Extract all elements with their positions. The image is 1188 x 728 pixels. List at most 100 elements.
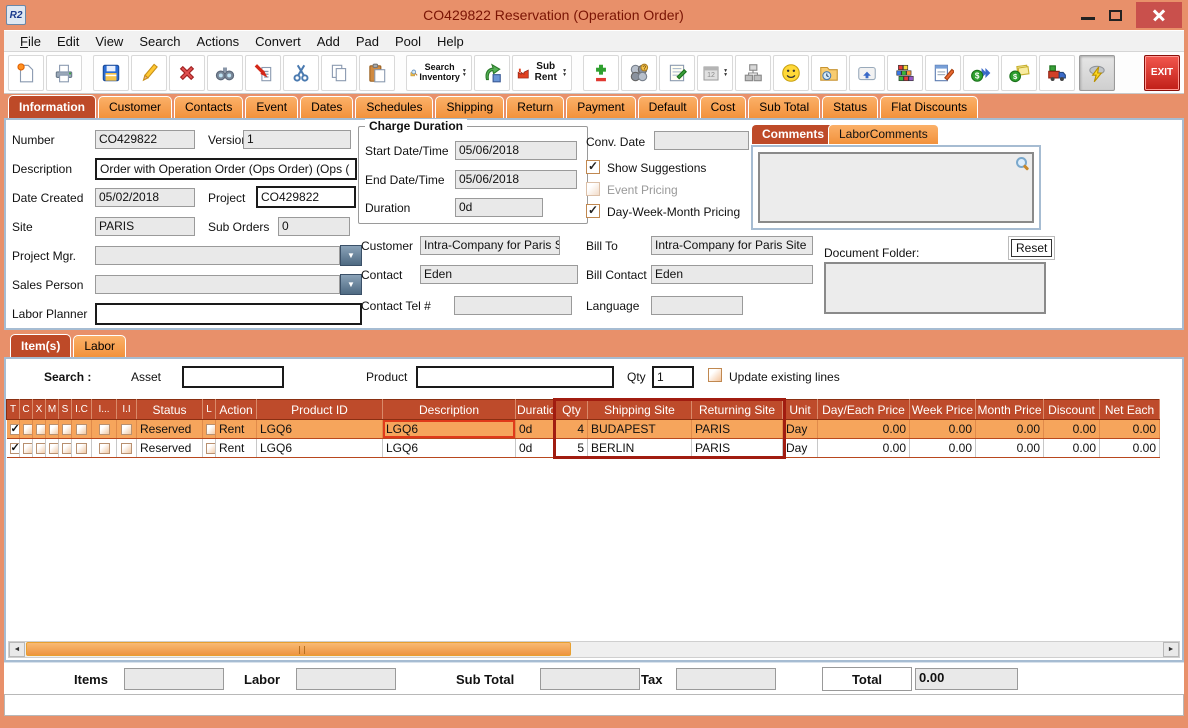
col-status[interactable]: Status: [137, 400, 203, 420]
pool-button[interactable]: ?: [621, 55, 657, 91]
s-checkbox[interactable]: [62, 443, 72, 454]
action-cell[interactable]: Rent: [216, 439, 257, 458]
asset-input[interactable]: [182, 366, 284, 388]
duration-cell[interactable]: 0d: [516, 420, 556, 439]
product-id-cell[interactable]: LGQ6: [257, 439, 383, 458]
number-field[interactable]: CO429822: [95, 130, 195, 149]
col-l[interactable]: L: [203, 400, 216, 420]
t-checkbox[interactable]: [10, 424, 20, 435]
c-checkbox[interactable]: [23, 424, 33, 435]
customer-field[interactable]: Intra-Company for Paris Site: [420, 236, 560, 255]
m-checkbox[interactable]: [49, 424, 59, 435]
col-day-each-price[interactable]: Day/Each Price: [818, 400, 910, 420]
new-document-button[interactable]: [8, 55, 44, 91]
description-field[interactable]: Order with Operation Order (Ops Order) (…: [95, 158, 357, 180]
menu-help[interactable]: Help: [429, 32, 472, 51]
print-button[interactable]: [46, 55, 82, 91]
quick-pay-button[interactable]: $: [963, 55, 999, 91]
add-remove-button[interactable]: [583, 55, 619, 91]
x-checkbox[interactable]: [36, 424, 46, 435]
bill-contact-field[interactable]: Eden: [651, 265, 813, 284]
contact-field[interactable]: Eden: [420, 265, 578, 284]
dropdown-arrows-icon[interactable]: ▼▼: [722, 69, 729, 77]
col-week-price[interactable]: Week Price: [910, 400, 976, 420]
lookup-icon[interactable]: [1015, 156, 1029, 170]
l-checkbox[interactable]: [206, 443, 216, 454]
qty-cell[interactable]: 4: [556, 420, 588, 439]
idots-checkbox[interactable]: [99, 443, 110, 454]
col-discount[interactable]: Discount: [1044, 400, 1100, 420]
edit-button[interactable]: [131, 55, 167, 91]
folder-history-button[interactable]: [811, 55, 847, 91]
duration-cell[interactable]: 0d: [516, 439, 556, 458]
tab-default[interactable]: Default: [638, 96, 698, 118]
col-idots[interactable]: I...: [92, 400, 117, 420]
qty-cell[interactable]: 5: [556, 439, 588, 458]
hotkey-button[interactable]: [849, 55, 885, 91]
tab-flat-discounts[interactable]: Flat Discounts: [880, 96, 978, 118]
sub-orders-field[interactable]: 0: [278, 217, 350, 236]
table-row[interactable]: Reserved Rent LGQ6 LGQ6 0d 5 BERLIN PARI…: [7, 439, 1160, 458]
scrollbar-thumb[interactable]: [26, 642, 571, 656]
menu-pad[interactable]: Pad: [348, 32, 387, 51]
month-price-cell[interactable]: 0.00: [976, 420, 1044, 439]
date-created-field[interactable]: 05/02/2018: [95, 188, 195, 207]
menu-search[interactable]: Search: [131, 32, 188, 51]
project-field[interactable]: CO429822: [256, 186, 356, 208]
exit-button[interactable]: EXIT: [1144, 55, 1180, 91]
save-button[interactable]: [93, 55, 129, 91]
calendar-button[interactable]: 12 ▼▼: [697, 55, 733, 91]
col-c[interactable]: C: [20, 400, 33, 420]
search-inventory-button[interactable]: Search Inventory ▼▼: [406, 55, 472, 91]
menu-pool[interactable]: Pool: [387, 32, 429, 51]
dropdown-arrows-icon[interactable]: ▼▼: [561, 69, 568, 77]
find-button[interactable]: [207, 55, 243, 91]
product-input[interactable]: [416, 366, 614, 388]
reset-button[interactable]: Reset: [1011, 239, 1052, 257]
shipping-site-cell[interactable]: BUDAPEST: [588, 420, 692, 439]
scrollbar-track[interactable]: [25, 642, 1163, 657]
event-pricing-checkbox[interactable]: [586, 182, 600, 196]
col-ii[interactable]: I.I: [117, 400, 137, 420]
col-returning-site[interactable]: Returning Site: [692, 400, 783, 420]
tab-status[interactable]: Status: [822, 96, 878, 118]
ii-checkbox[interactable]: [121, 443, 132, 454]
returning-site-cell[interactable]: PARIS: [692, 439, 783, 458]
ii-checkbox[interactable]: [121, 424, 132, 435]
delete-button[interactable]: [169, 55, 205, 91]
returning-site-cell[interactable]: PARIS: [692, 420, 783, 439]
sales-person-dropdown-button[interactable]: ▼: [340, 274, 362, 295]
end-date-field[interactable]: 05/06/2018: [455, 170, 577, 189]
day-each-price-cell[interactable]: 0.00: [818, 420, 910, 439]
col-qty[interactable]: Qty: [556, 400, 588, 420]
start-date-field[interactable]: 05/06/2018: [455, 141, 577, 160]
close-button[interactable]: [1136, 2, 1182, 28]
col-month-price[interactable]: Month Price: [976, 400, 1044, 420]
unit-cell[interactable]: Day: [783, 439, 818, 458]
col-duration[interactable]: Duration: [516, 400, 556, 420]
quick-action-button[interactable]: [1079, 55, 1115, 91]
status-cell[interactable]: Reserved: [137, 439, 203, 458]
transfer-button[interactable]: [245, 55, 281, 91]
convert-button[interactable]: [474, 55, 510, 91]
inventory-cubes-button[interactable]: [887, 55, 923, 91]
tab-comments[interactable]: Comments: [751, 124, 835, 144]
menu-file[interactable]: File: [12, 32, 49, 51]
tab-event[interactable]: Event: [245, 96, 298, 118]
col-shipping-site[interactable]: Shipping Site: [588, 400, 692, 420]
sub-rent-button[interactable]: Sub Rent ▼▼: [512, 55, 572, 91]
status-cell[interactable]: Reserved: [137, 420, 203, 439]
tab-schedules[interactable]: Schedules: [355, 96, 433, 118]
day-each-price-cell[interactable]: 0.00: [818, 439, 910, 458]
duration-field[interactable]: 0d: [455, 198, 543, 217]
col-description[interactable]: Description: [383, 400, 516, 420]
tab-shipping[interactable]: Shipping: [435, 96, 504, 118]
project-mgr-field[interactable]: [95, 246, 340, 265]
product-id-cell[interactable]: LGQ6: [257, 420, 383, 439]
tab-sub-total[interactable]: Sub Total: [748, 96, 820, 118]
bill-to-field[interactable]: Intra-Company for Paris Site: [651, 236, 813, 255]
show-suggestions-checkbox[interactable]: [586, 160, 600, 174]
col-unit[interactable]: Unit: [783, 400, 818, 420]
smiley-button[interactable]: [773, 55, 809, 91]
version-field[interactable]: 1: [243, 130, 351, 149]
